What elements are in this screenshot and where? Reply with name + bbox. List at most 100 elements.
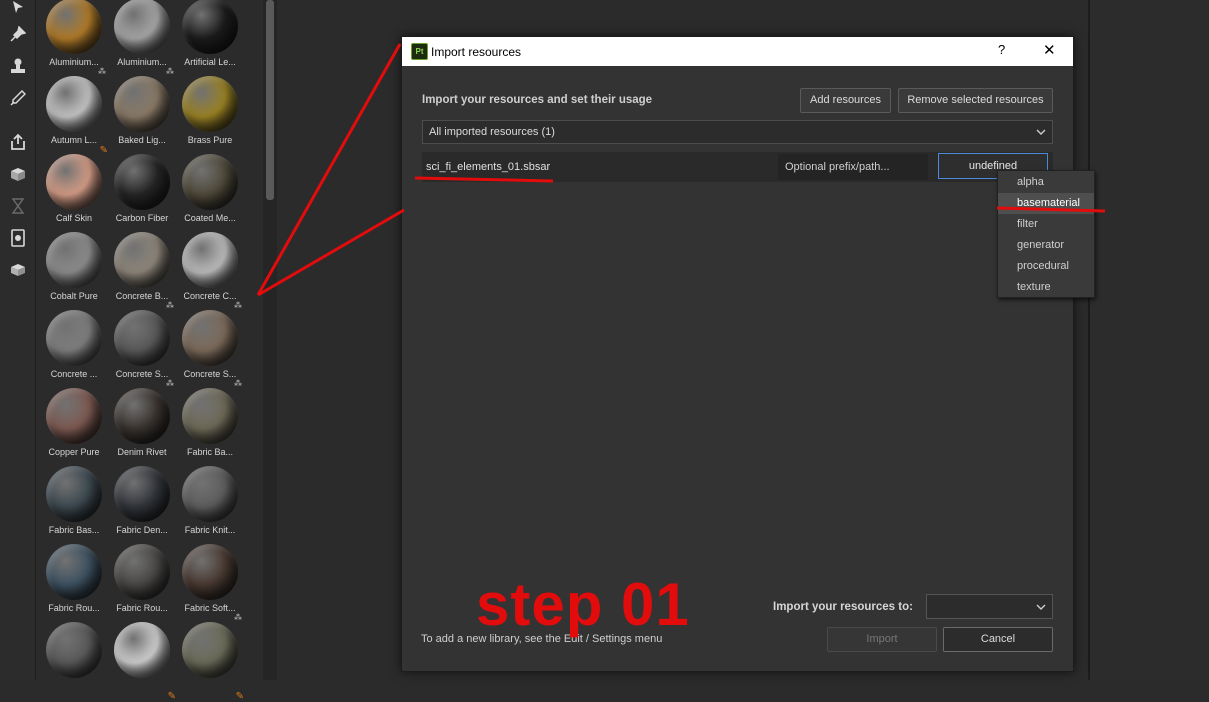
document-icon[interactable] — [7, 227, 29, 249]
usage-option-texture[interactable]: texture — [998, 277, 1094, 298]
material-label: Fabric Ba... — [186, 447, 233, 457]
material-tile[interactable]: Carbon Fiber — [108, 154, 176, 232]
export-icon[interactable] — [7, 131, 29, 153]
material-label: Fabric Soft... — [184, 603, 236, 613]
material-tile[interactable]: ✎ Autumn L... — [40, 76, 108, 156]
substance-badge-icon: ⁂ — [166, 379, 174, 388]
material-tile[interactable]: ⁂ Aluminium... — [108, 0, 176, 76]
material-label: Fabric Rou... — [48, 603, 100, 613]
help-button[interactable]: ? — [998, 42, 1005, 57]
material-tile[interactable]: ⁂ Concrete C... — [176, 232, 244, 310]
import-target-select[interactable] — [926, 594, 1053, 619]
material-preview-sphere — [182, 76, 238, 132]
selection-tool-icon[interactable] — [7, 0, 29, 18]
material-label: Calf Skin — [55, 213, 92, 223]
material-tile[interactable]: Fabric Rou... — [40, 544, 108, 622]
material-preview-sphere — [182, 232, 238, 288]
material-tile[interactable]: ✎ — [176, 622, 244, 702]
material-tile[interactable]: Fabric Den... — [108, 466, 176, 544]
material-tile[interactable]: ✎ — [108, 622, 176, 702]
dialog-title: Import resources — [431, 45, 522, 59]
prefix-path-input[interactable]: Optional prefix/path... — [778, 154, 928, 180]
material-label: Aluminium... — [117, 57, 167, 67]
add-resources-button[interactable]: Add resources — [800, 88, 891, 113]
material-tile[interactable]: Artificial Le... — [176, 0, 244, 76]
import-button[interactable]: Import — [827, 627, 937, 652]
cancel-button[interactable]: Cancel — [943, 627, 1053, 652]
material-preview-sphere — [182, 622, 238, 678]
substance-badge-icon: ⁂ — [166, 301, 174, 310]
material-preview-sphere — [114, 232, 170, 288]
material-preview-sphere — [182, 388, 238, 444]
remove-selected-resources-button[interactable]: Remove selected resources — [898, 88, 1053, 113]
resource-name: sci_fi_elements_01.sbsar — [426, 161, 551, 173]
stamp-tool-icon[interactable] — [7, 55, 29, 77]
material-preview-sphere — [46, 154, 102, 210]
substance-badge-icon: ⁂ — [234, 379, 242, 388]
material-tile[interactable]: ⁂ Concrete S... — [108, 310, 176, 388]
step-annotation: step 01 — [476, 571, 690, 638]
material-tile[interactable]: Fabric Knit... — [176, 466, 244, 544]
usage-option-procedural[interactable]: procedural — [998, 256, 1094, 277]
material-tile[interactable]: Fabric Rou... — [108, 544, 176, 622]
material-tile[interactable]: Calf Skin — [40, 154, 108, 232]
usage-option-basematerial[interactable]: basematerial — [998, 193, 1094, 214]
material-label: Artificial Le... — [184, 57, 236, 67]
material-tile[interactable]: Concrete ... — [40, 310, 108, 388]
material-tile[interactable]: ⁂ Concrete S... — [176, 310, 244, 388]
picker-tool-icon[interactable] — [7, 87, 29, 109]
material-preview-sphere — [182, 0, 238, 54]
material-label: Aluminium... — [49, 57, 99, 67]
material-label: Carbon Fiber — [115, 213, 169, 223]
shelf-scrollbar-thumb[interactable] — [266, 0, 274, 200]
material-preview-sphere — [114, 466, 170, 522]
hourglass-icon — [7, 195, 29, 217]
material-tile[interactable]: Fabric Ba... — [176, 388, 244, 466]
material-label: Baked Lig... — [118, 135, 166, 145]
right-panel — [1088, 0, 1209, 680]
material-tile[interactable]: Baked Lig... — [108, 76, 176, 154]
material-preview-sphere — [46, 310, 102, 366]
material-label: Fabric Bas... — [48, 525, 100, 535]
pin-tool-icon[interactable] — [7, 23, 29, 45]
material-label: Concrete C... — [183, 291, 237, 301]
material-tile[interactable]: Copper Pure — [40, 388, 108, 466]
material-preview-sphere — [114, 388, 170, 444]
cube-icon[interactable] — [7, 259, 29, 281]
material-preview-sphere — [46, 622, 102, 678]
material-preview-sphere — [182, 310, 238, 366]
material-tile[interactable]: Denim Rivet — [108, 388, 176, 466]
material-tile[interactable]: Cobalt Pure — [40, 232, 108, 310]
material-preview-sphere — [114, 76, 170, 132]
usage-option-alpha[interactable]: alpha — [998, 172, 1094, 193]
resource-filter-select[interactable]: All imported resources (1) — [422, 120, 1053, 144]
chevron-down-icon — [1036, 596, 1046, 621]
material-tile[interactable]: Coated Me... — [176, 154, 244, 232]
dialog-heading: Import your resources and set their usag… — [422, 94, 653, 106]
material-preview-sphere — [46, 76, 102, 132]
material-tile[interactable]: ⁂ Concrete B... — [108, 232, 176, 310]
usage-option-generator[interactable]: generator — [998, 235, 1094, 256]
resource-row[interactable]: sci_fi_elements_01.sbsar Optional prefix… — [422, 152, 1053, 182]
bake-icon[interactable] — [7, 163, 29, 185]
material-label: Fabric Den... — [116, 525, 168, 535]
material-tile[interactable]: Fabric Bas... — [40, 466, 108, 544]
material-label: Brass Pure — [187, 135, 233, 145]
material-label: Fabric Knit... — [184, 525, 236, 535]
material-tile[interactable]: ⁂ Fabric Soft... — [176, 544, 244, 622]
material-label: Copper Pure — [48, 447, 100, 457]
close-icon[interactable]: ✕ — [1043, 41, 1056, 59]
material-tile[interactable] — [40, 622, 108, 700]
material-tile[interactable]: Brass Pure — [176, 76, 244, 154]
tool-sidebar — [0, 0, 36, 680]
material-label: Fabric Rou... — [116, 603, 168, 613]
import-target-label: Import your resources to: — [773, 601, 913, 613]
substance-badge-icon: ⁂ — [234, 301, 242, 310]
material-label: Cobalt Pure — [50, 291, 98, 301]
material-tile[interactable]: ⁂ Aluminium... — [40, 0, 108, 76]
substance-badge-icon: ⁂ — [166, 67, 174, 76]
material-preview-sphere — [114, 622, 170, 678]
usage-option-filter[interactable]: filter — [998, 214, 1094, 235]
material-preview-sphere — [46, 0, 102, 54]
material-preview-sphere — [182, 154, 238, 210]
